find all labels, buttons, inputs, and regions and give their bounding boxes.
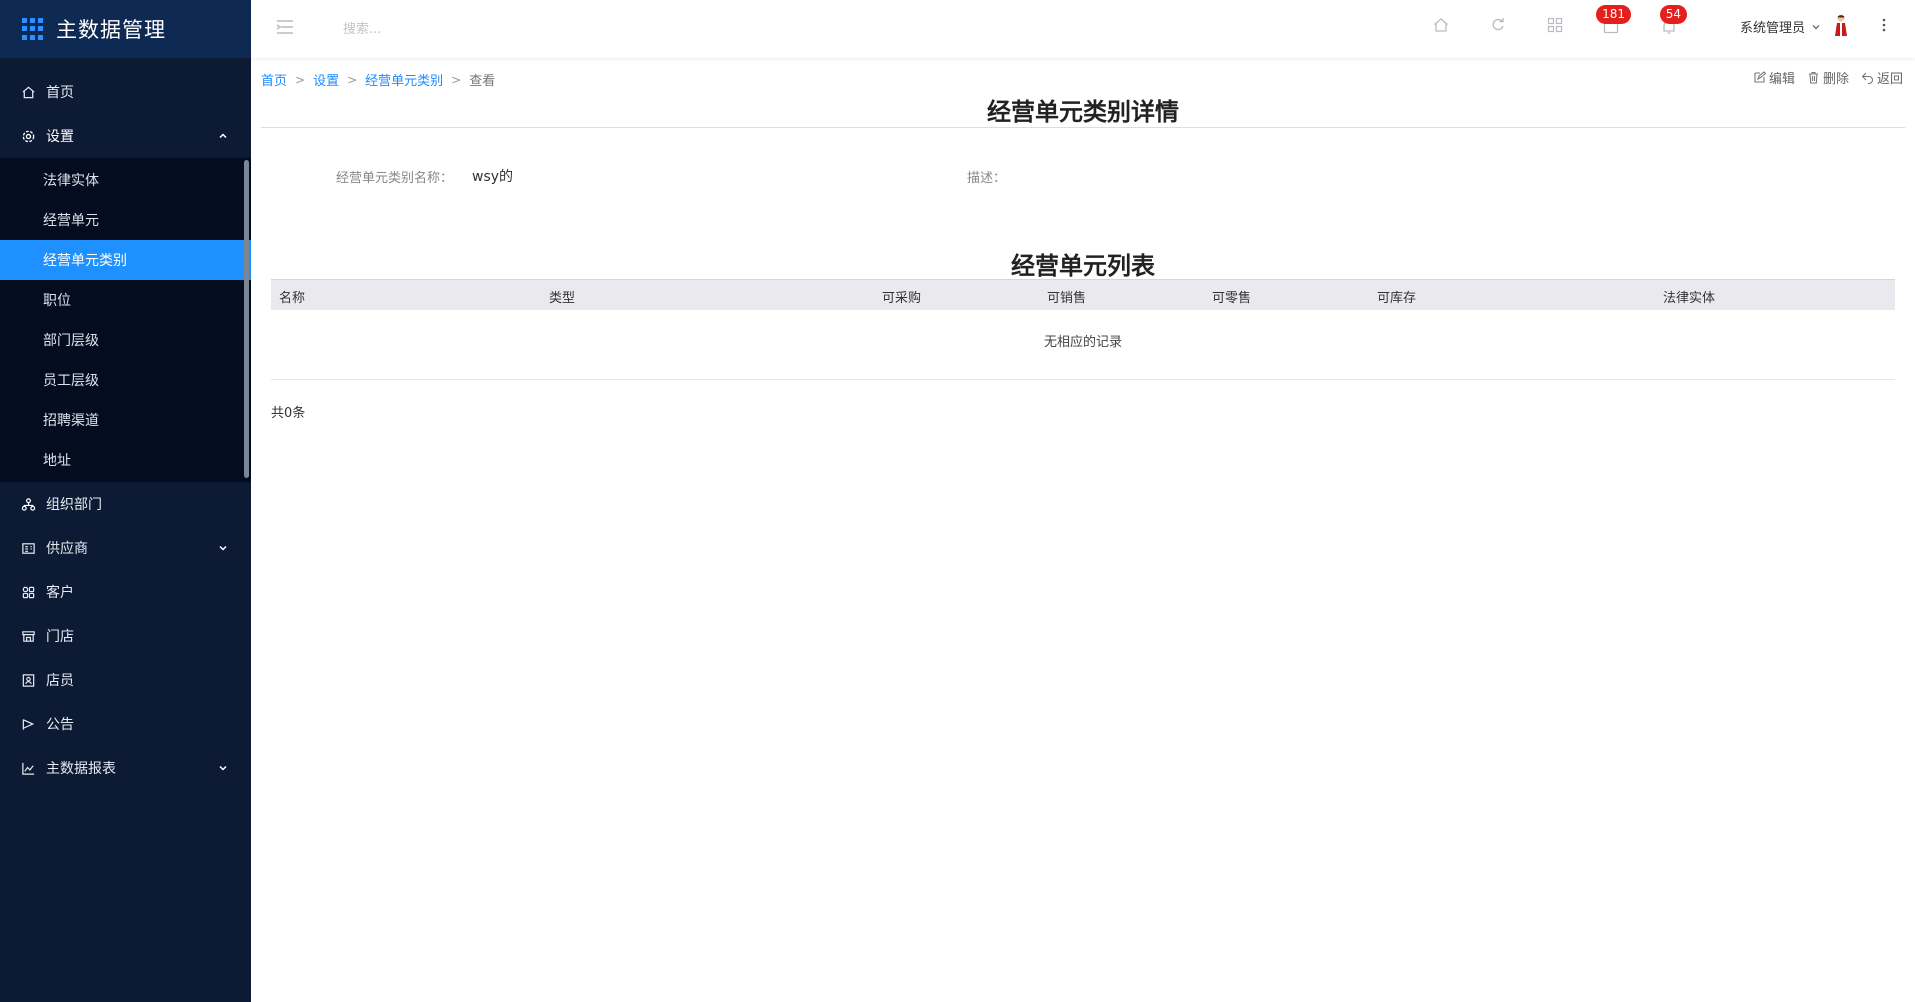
sub-item-address[interactable]: 地址 <box>0 440 251 480</box>
delete-button[interactable]: 删除 <box>1807 68 1849 87</box>
customer-icon <box>20 584 36 600</box>
sidebar-item-customer[interactable]: 客户 <box>0 570 251 614</box>
sidebar-scrollbar[interactable] <box>244 160 249 478</box>
breadcrumb-separator: > <box>451 72 462 87</box>
sidebar-item-label: 店员 <box>46 673 74 689</box>
user-menu[interactable]: 系统管理员 <box>1740 17 1821 36</box>
supplier-icon <box>20 540 36 556</box>
sub-item-dept-level[interactable]: 部门层级 <box>0 320 251 360</box>
back-button[interactable]: 返回 <box>1861 68 1903 87</box>
page-actions: 编辑 删除 返回 <box>1741 68 1903 87</box>
brand[interactable]: 主数据管理 <box>0 0 251 58</box>
sidebar-item-clerk[interactable]: 店员 <box>0 658 251 702</box>
settings-submenu: 法律实体 经营单元 经营单元类别 职位 部门层级 员工层级 招聘渠道 地址 <box>0 158 251 482</box>
menu-toggle-icon[interactable] <box>275 17 295 37</box>
back-arrow-icon <box>1861 72 1874 84</box>
sub-item-business-unit[interactable]: 经营单元 <box>0 200 251 240</box>
sub-item-staff-level[interactable]: 员工层级 <box>0 360 251 400</box>
breadcrumb-category[interactable]: 经营单元类别 <box>365 70 443 89</box>
avatar[interactable] <box>1832 13 1850 37</box>
breadcrumb-separator: > <box>347 72 358 87</box>
breadcrumb-separator: > <box>295 72 306 87</box>
sidebar-item-report[interactable]: 主数据报表 <box>0 746 251 790</box>
chevron-down-icon <box>219 765 227 771</box>
notification-badge: 54 <box>1659 5 1687 24</box>
list-title: 经营单元列表 <box>1011 252 1155 280</box>
column-header-purchasable[interactable]: 可采购 <box>882 287 921 306</box>
chevron-down-icon <box>219 545 227 551</box>
breadcrumb-home[interactable]: 首页 <box>261 70 287 89</box>
breadcrumb-settings[interactable]: 设置 <box>313 70 339 89</box>
column-header-stockable[interactable]: 可库存 <box>1377 287 1416 306</box>
sidebar-item-home[interactable]: 首页 <box>0 70 251 114</box>
org-icon <box>20 496 36 512</box>
name-value: wsy的 <box>472 169 514 185</box>
edit-icon <box>1754 71 1766 83</box>
sidebar-item-store[interactable]: 门店 <box>0 614 251 658</box>
description-label: 描述： <box>967 171 1007 186</box>
column-header-legal-entity[interactable]: 法律实体 <box>1663 287 1715 306</box>
sidebar-item-org[interactable]: 组织部门 <box>0 482 251 526</box>
delete-label: 删除 <box>1822 72 1849 87</box>
sidebar-nav: 首页 设置 法律实体 经营单元 经营单元类别 职位 部门层级 员工层级 招聘渠道… <box>0 58 251 790</box>
sidebar-item-label: 供应商 <box>46 541 88 557</box>
topbar: 181 54 系统管理员 <box>251 0 1915 58</box>
main-content: 首页 > 设置 > 经营单元类别 > 查看 编辑 删除 返回 经营单元类别详情 … <box>251 58 1915 1002</box>
business-unit-table: 名称 类型 可采购 可销售 可零售 可库存 法律实体 无相应的记录 <box>271 279 1895 380</box>
trash-icon <box>1808 71 1818 84</box>
sidebar-item-notice[interactable]: 公告 <box>0 702 251 746</box>
title-divider <box>261 127 1905 128</box>
chart-icon <box>20 760 36 776</box>
column-header-retailable[interactable]: 可零售 <box>1212 287 1251 306</box>
total-count: 共0条 <box>271 406 306 421</box>
breadcrumb-current: 查看 <box>469 74 496 89</box>
chevron-down-icon <box>1812 24 1820 29</box>
more-vertical-icon[interactable] <box>1881 16 1887 34</box>
home-icon <box>20 84 36 100</box>
sidebar-item-label: 组织部门 <box>46 497 102 513</box>
sidebar-item-label: 主数据报表 <box>46 761 116 777</box>
sub-item-recruit-channel[interactable]: 招聘渠道 <box>0 400 251 440</box>
table-header: 名称 类型 可采购 可销售 可零售 可库存 法律实体 <box>271 279 1895 310</box>
sub-item-legal-entity[interactable]: 法律实体 <box>0 160 251 200</box>
column-header-type[interactable]: 类型 <box>549 287 575 306</box>
sub-item-business-unit-category[interactable]: 经营单元类别 <box>0 240 251 280</box>
gear-icon <box>20 128 36 144</box>
sidebar-item-label: 设置 <box>46 129 74 145</box>
sidebar-item-settings[interactable]: 设置 <box>0 114 251 158</box>
message-badge: 181 <box>1596 5 1631 24</box>
refresh-icon[interactable] <box>1489 16 1507 34</box>
page-title: 经营单元类别详情 <box>987 98 1179 126</box>
grid-icon[interactable] <box>1546 16 1564 34</box>
edit-button[interactable]: 编辑 <box>1753 68 1795 87</box>
home-icon[interactable] <box>1432 16 1450 34</box>
user-name: 系统管理员 <box>1739 21 1805 36</box>
chevron-up-icon <box>219 133 227 139</box>
apps-grid-icon <box>22 18 44 40</box>
search-input[interactable] <box>343 18 543 40</box>
edit-label: 编辑 <box>1768 72 1795 87</box>
clerk-icon <box>20 672 36 688</box>
empty-message: 无相应的记录 <box>271 310 1895 380</box>
breadcrumb: 首页 > 设置 > 经营单元类别 > 查看 <box>261 70 496 90</box>
app-title: 主数据管理 <box>56 18 166 42</box>
sub-item-position[interactable]: 职位 <box>0 280 251 320</box>
sidebar-item-label: 公告 <box>46 717 74 733</box>
sidebar-item-label: 门店 <box>46 629 74 645</box>
store-icon <box>20 628 36 644</box>
column-header-name[interactable]: 名称 <box>279 287 305 306</box>
name-label: 经营单元类别名称： <box>336 171 454 186</box>
column-header-sellable[interactable]: 可销售 <box>1047 287 1086 306</box>
notice-icon <box>20 716 36 732</box>
sidebar: 主数据管理 首页 设置 法律实体 经营单元 经营单元类别 职位 部门层级 员工层… <box>0 0 251 1002</box>
sidebar-item-label: 首页 <box>46 85 74 101</box>
sidebar-item-supplier[interactable]: 供应商 <box>0 526 251 570</box>
back-label: 返回 <box>1876 72 1903 87</box>
sidebar-item-label: 客户 <box>46 585 74 601</box>
